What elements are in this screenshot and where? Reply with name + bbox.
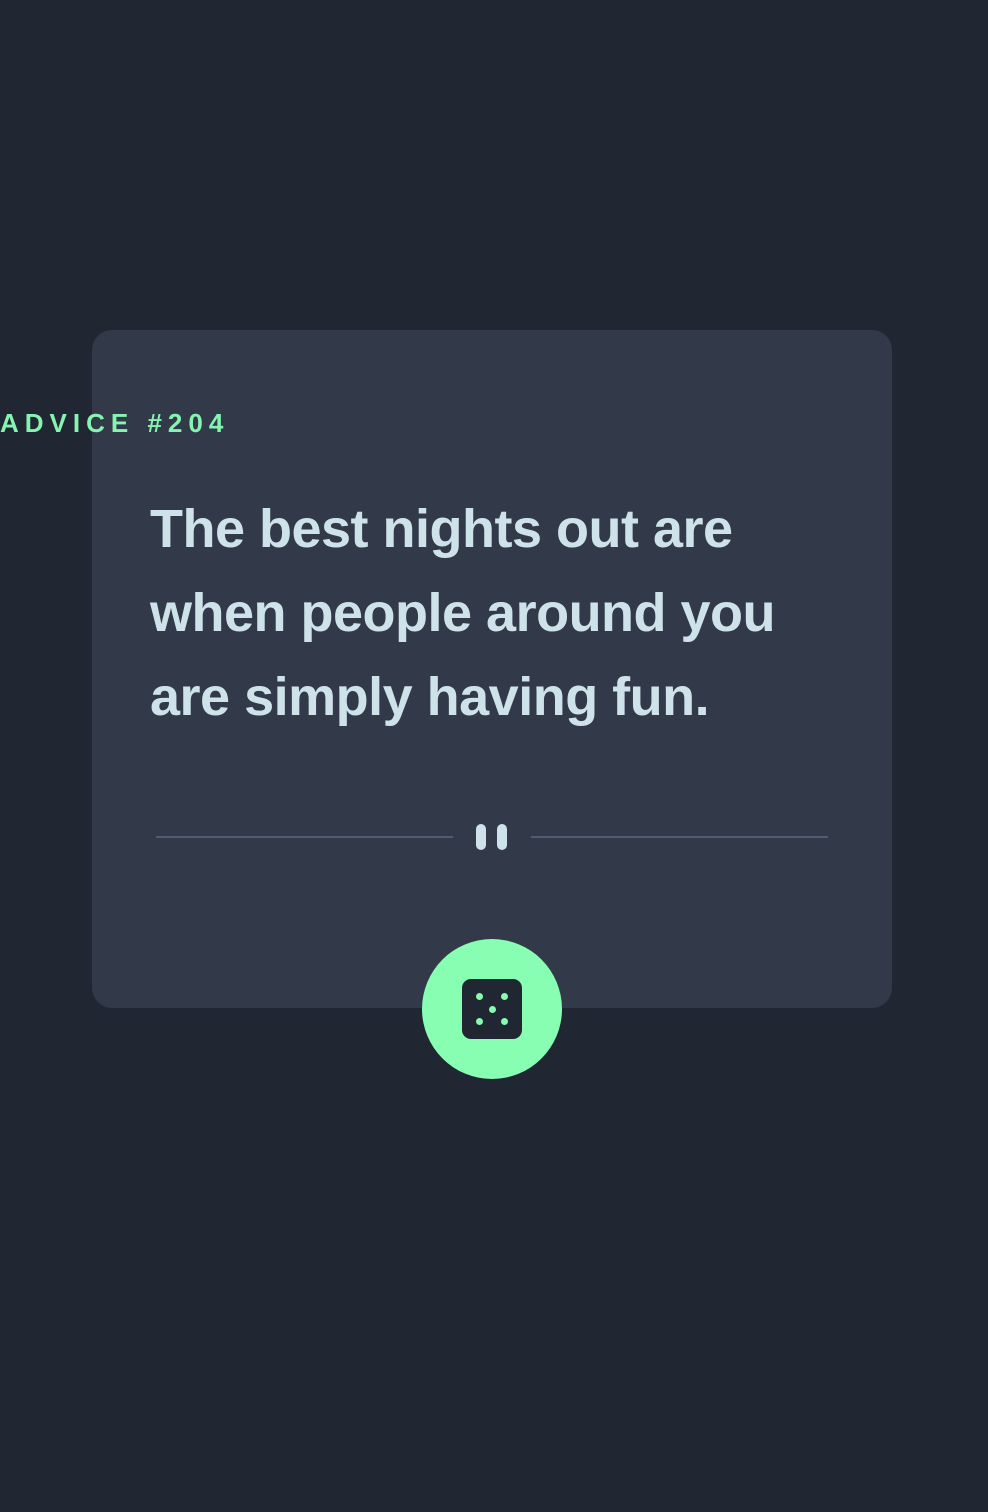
advice-text: The best nights out are when people arou… xyxy=(150,499,776,727)
pause-bar-right xyxy=(497,824,507,850)
pause-icon xyxy=(476,824,508,850)
dice-pip xyxy=(476,1018,483,1025)
pause-bar-left xyxy=(476,824,486,850)
divider-line-right xyxy=(531,836,828,838)
advice-id: ADVICE #204 xyxy=(0,408,230,438)
dice-pip xyxy=(488,1005,496,1013)
divider-line-left xyxy=(156,836,453,838)
dice-icon xyxy=(462,979,522,1039)
generate-advice-button[interactable] xyxy=(422,939,562,1079)
dice-pip xyxy=(501,993,508,1000)
dice-pip xyxy=(476,993,483,1000)
dice-pip xyxy=(501,1018,508,1025)
divider xyxy=(156,824,828,850)
